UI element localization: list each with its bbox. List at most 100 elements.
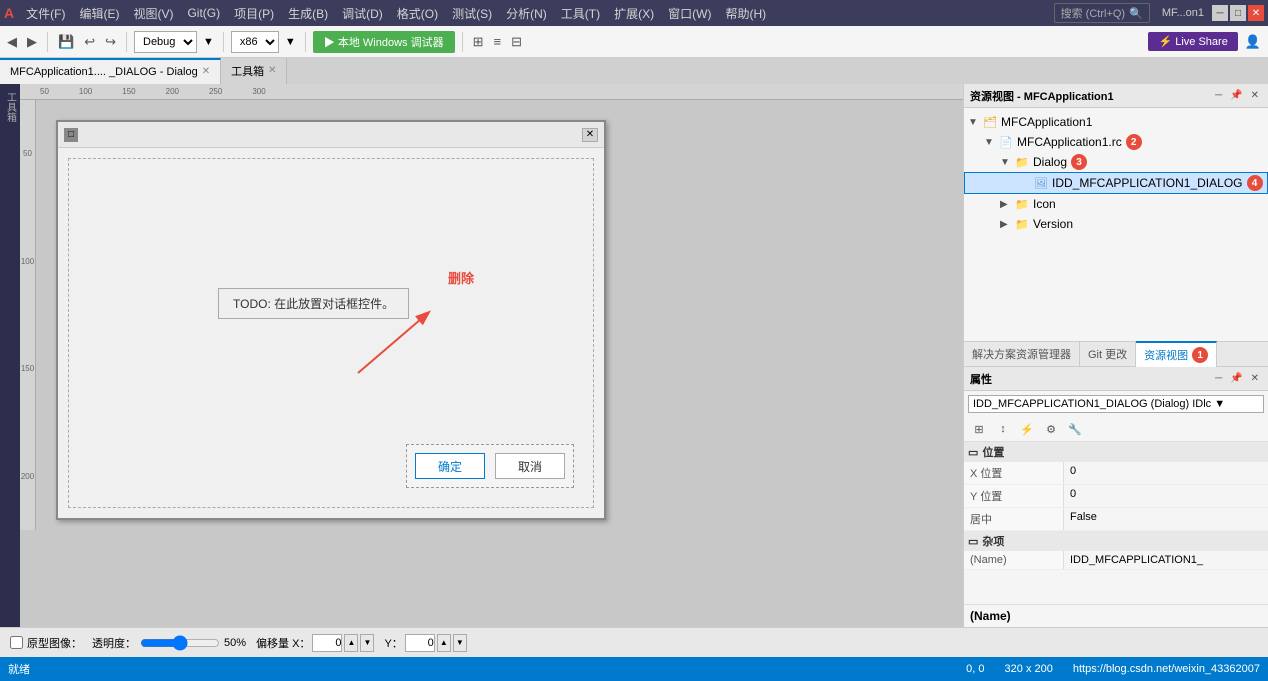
- menu-help[interactable]: 帮助(H): [719, 3, 772, 24]
- app-logo: A: [4, 5, 14, 21]
- dialog-body[interactable]: TODO: 在此放置对话框控件。 删除: [58, 148, 604, 518]
- undo-icon[interactable]: ↩: [81, 32, 98, 52]
- restore-button[interactable]: □: [1230, 5, 1246, 21]
- tree-expand-root[interactable]: ▼: [968, 117, 982, 128]
- dialog-close-button[interactable]: ✕: [582, 128, 598, 142]
- section-position[interactable]: ▭ 位置: [964, 442, 1268, 462]
- opacity-container: 透明度： 50%: [92, 635, 246, 651]
- prototype-checkbox[interactable]: [10, 636, 23, 649]
- menu-file[interactable]: 文件(F): [20, 3, 71, 24]
- props-minimize-button[interactable]: ─: [1212, 372, 1225, 385]
- platform-select[interactable]: x86: [231, 31, 279, 53]
- y-input[interactable]: [405, 634, 435, 652]
- menu-window[interactable]: 窗口(W): [662, 3, 717, 24]
- tab-git-changes[interactable]: Git 更改: [1080, 341, 1136, 367]
- redo-icon[interactable]: ↪: [102, 32, 119, 52]
- cancel-button[interactable]: 取消: [495, 453, 565, 479]
- tab-toolbox-close[interactable]: ✕: [268, 65, 276, 76]
- status-text: 就绪: [8, 661, 30, 677]
- y-coord-container: Y： ▲ ▼: [384, 634, 466, 652]
- y-down-button[interactable]: ▼: [453, 634, 467, 652]
- menu-git[interactable]: Git(G): [181, 4, 226, 22]
- menu-edit[interactable]: 编辑(E): [73, 3, 125, 24]
- save-icon[interactable]: 💾: [55, 32, 77, 52]
- size-icon[interactable]: ⊟: [508, 32, 525, 52]
- panel-minimize-button[interactable]: ─: [1212, 89, 1225, 102]
- tree-expand-dialog[interactable]: ▼: [1000, 157, 1014, 168]
- x-coord-container: 偏移量 X： ▲ ▼: [256, 634, 374, 652]
- tree-item-version-folder[interactable]: ▶ 📁 Version: [964, 214, 1268, 234]
- tab-dialog[interactable]: MFCApplication1.... _DIALOG - Dialog ✕: [0, 58, 221, 84]
- props-event-button[interactable]: ⚡: [1016, 419, 1038, 439]
- menu-debug[interactable]: 调试(D): [336, 3, 389, 24]
- opacity-slider[interactable]: [140, 635, 220, 651]
- tab-solution-explorer[interactable]: 解决方案资源管理器: [964, 341, 1080, 367]
- grid-icon[interactable]: ⊞: [470, 32, 487, 52]
- x-down-button[interactable]: ▼: [360, 634, 374, 652]
- prototype-checkbox-label[interactable]: 原型图像：: [10, 635, 82, 651]
- back-icon[interactable]: ◀: [4, 32, 20, 52]
- ruler-top: 50 100 150 200 250 300: [20, 84, 963, 100]
- menu-test[interactable]: 测试(S): [446, 3, 498, 24]
- section-misc-label: 杂项: [982, 533, 1004, 549]
- properties-toolbar: ⊞ ↕ ⚡ ⚙ 🔧: [964, 417, 1268, 442]
- status-size: 320 x 200: [1005, 663, 1053, 675]
- designer-area[interactable]: 50 100 150 200 250 300 50 100 150 200: [20, 84, 963, 627]
- ok-button[interactable]: 确定: [415, 453, 485, 479]
- properties-selector[interactable]: IDD_MFCAPPLICATION1_DIALOG (Dialog) IDlc…: [968, 395, 1264, 413]
- x-up-button[interactable]: ▲: [344, 634, 358, 652]
- dialog-preview[interactable]: □ ✕ TODO: 在此放置对话框控件。 删除: [56, 120, 606, 520]
- tree-item-icon-folder[interactable]: ▶ 📁 Icon: [964, 194, 1268, 214]
- properties-title: 属性: [970, 371, 992, 387]
- props-close-button[interactable]: ✕: [1248, 372, 1262, 385]
- menu-analyze[interactable]: 分析(N): [500, 3, 553, 24]
- align-icon[interactable]: ≡: [490, 32, 504, 51]
- props-row-name: (Name) IDD_MFCAPPLICATION1_: [964, 551, 1268, 570]
- menu-view[interactable]: 视图(V): [127, 3, 179, 24]
- props-config-button[interactable]: ⚙: [1040, 419, 1062, 439]
- x-input[interactable]: [312, 634, 342, 652]
- ruler-left: 50 100 150 200: [20, 100, 36, 530]
- menu-tools[interactable]: 工具(T): [555, 3, 606, 24]
- tree-item-dialog-folder[interactable]: ▼ 📁 Dialog 3: [964, 152, 1268, 172]
- tree-item-rc[interactable]: ▼ 📄 MFCApplication1.rc 2: [964, 132, 1268, 152]
- panel-pin-button[interactable]: 📌: [1227, 89, 1245, 102]
- tree-view[interactable]: ▼ 🗂 MFCApplication1 ▼ 📄 MFCApplication1.…: [964, 108, 1268, 341]
- run-button[interactable]: ▶ 本地 Windows 调试器: [313, 31, 455, 53]
- tree-expand-version[interactable]: ▶: [1000, 219, 1014, 230]
- props-row-center: 居中 False: [964, 508, 1268, 531]
- panel-close-button[interactable]: ✕: [1248, 89, 1262, 102]
- menu-extend[interactable]: 扩展(X): [608, 3, 660, 24]
- props-grid-button[interactable]: ⊞: [968, 419, 990, 439]
- forward-icon[interactable]: ▶: [24, 32, 40, 52]
- section-misc-icon: ▭: [968, 535, 978, 548]
- tab-dialog-close[interactable]: ✕: [202, 66, 210, 77]
- tree-label-dialog-resource: IDD_MFCAPPLICATION1_DIALOG: [1052, 176, 1243, 190]
- close-button[interactable]: ✕: [1248, 5, 1264, 21]
- props-sort-button[interactable]: ↕: [992, 419, 1014, 439]
- menu-build[interactable]: 生成(B): [282, 3, 334, 24]
- tab-toolbox[interactable]: 工具箱 ✕: [221, 58, 287, 84]
- section-position-icon: ▭: [968, 446, 978, 459]
- tab-resource-view[interactable]: 资源视图 1: [1136, 341, 1217, 367]
- minimize-button[interactable]: ─: [1212, 5, 1228, 21]
- menu-format[interactable]: 格式(O): [391, 3, 444, 24]
- props-tool-button[interactable]: 🔧: [1064, 419, 1086, 439]
- properties-footer: (Name): [964, 604, 1268, 627]
- live-share-button[interactable]: ⚡ Live Share: [1148, 32, 1237, 51]
- menu-project[interactable]: 项目(P): [228, 3, 280, 24]
- tree-expand-icon[interactable]: ▶: [1000, 199, 1014, 210]
- tree-item-root[interactable]: ▼ 🗂 MFCApplication1: [964, 112, 1268, 132]
- ruler-marks: 50 100 150 200 250 300: [40, 87, 296, 96]
- props-pin-button[interactable]: 📌: [1227, 372, 1245, 385]
- account-icon[interactable]: 👤: [1242, 32, 1264, 52]
- delete-annotation: 删除: [448, 268, 474, 287]
- properties-table[interactable]: ▭ 位置 X 位置 0 Y 位置 0 居中 False ▭: [964, 442, 1268, 604]
- tree-expand-rc[interactable]: ▼: [984, 137, 998, 148]
- section-misc[interactable]: ▭ 杂项: [964, 531, 1268, 551]
- y-up-button[interactable]: ▲: [437, 634, 451, 652]
- dialog-canvas[interactable]: □ ✕ TODO: 在此放置对话框控件。 删除: [36, 100, 963, 540]
- tab-toolbox-label: 工具箱: [231, 63, 264, 79]
- tree-item-dialog-resource[interactable]: 🖼 IDD_MFCAPPLICATION1_DIALOG 4: [964, 172, 1268, 194]
- config-select[interactable]: Debug: [134, 31, 197, 53]
